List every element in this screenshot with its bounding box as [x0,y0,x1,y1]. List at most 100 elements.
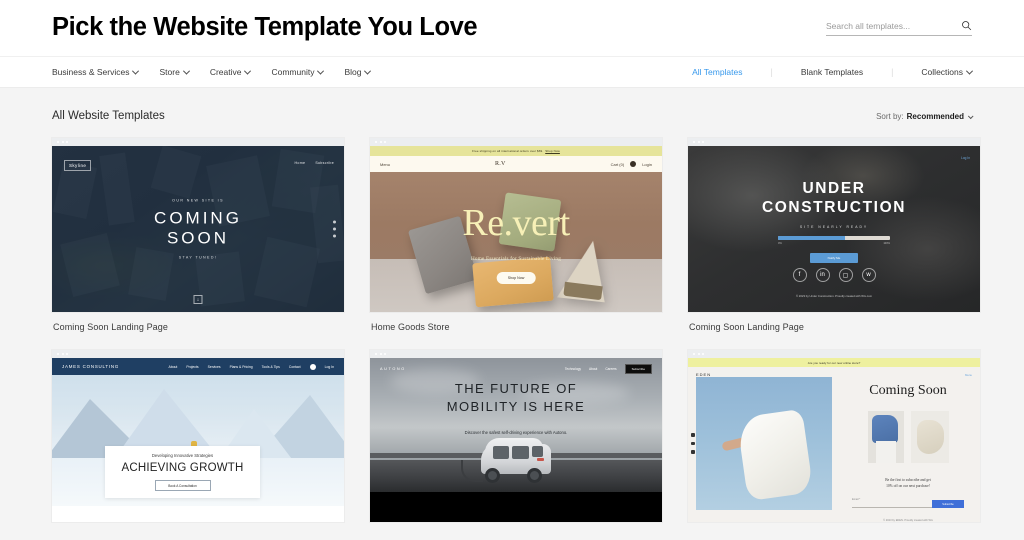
nav-item-all-templates[interactable]: All Templates [692,67,742,77]
preview-footer-text: © 2023 by EDEN. Proudly created with Wix [883,519,933,522]
avatar-icon [630,161,637,167]
template-preview-frame[interactable]: JAMES CONSULTING About Projects Services… [52,350,344,522]
nav-label: Blank Templates [800,67,864,77]
preview-hero: UNDER CONSTRUCTION SITE NEARLY READY 0% … [688,180,980,264]
preview-brand: R.V [494,161,506,167]
preview-product-images [836,411,980,463]
search-box[interactable] [826,20,972,36]
nav-item-creative[interactable]: Creative [209,67,252,77]
sort-control[interactable]: Sort by: Recommended [876,112,974,121]
chevron-down-icon [965,67,974,75]
sort-label: Sort by: [876,112,904,121]
nav-item-community[interactable]: Community [271,67,325,77]
preview-nav-about: About [588,367,598,371]
chrome-dot-icon [702,141,704,143]
nav-item-business-services[interactable]: Business & Services [52,67,140,77]
preview-nav: Home Subscribe [295,161,334,165]
preview-login-label: Login [642,161,652,167]
preview-nav-plans-pricing: Plans & Pricing [229,364,253,369]
chrome-dot-icon [379,141,382,143]
facebook-icon [333,220,336,224]
template-preview-frame[interactable]: AUTONO Technology About Careers Subscrib… [370,350,662,522]
preview-tagline: Home Essentials for Sustainable Living [470,256,561,262]
pinterest-icon [691,450,695,454]
preview-canvas: Skyline Home Subscribe OUR NEW SITE IS C… [52,146,344,312]
template-card-autono-mobility[interactable]: AUTONO Technology About Careers Subscrib… [370,350,662,532]
preview-nav-menu: Menu [380,161,391,167]
nav-item-collections[interactable]: Collections [921,67,974,77]
template-card-label [370,522,662,532]
chrome-dot-icon [57,353,59,355]
progress-bar-track [778,236,890,241]
preview-title-line1: COMING [154,208,242,228]
template-preview-frame[interactable]: Log In UNDER CONSTRUCTION SITE NEARLY RE… [688,138,980,312]
nav-item-store[interactable]: Store [159,67,190,77]
template-card-home-goods-store[interactable]: Free shipping on all international order… [370,138,662,332]
nav-label: Creative [209,67,242,77]
instagram-icon [691,441,695,445]
hero-background: AUTONO Technology About Careers Subscrib… [370,358,662,522]
chevron-down-icon [967,112,974,119]
search-icon[interactable] [961,20,972,31]
chevron-down-icon [317,67,325,75]
nav-label: Community [271,67,315,77]
facebook-icon [691,433,695,437]
preview-title: ACHIEVING GROWTH [121,462,244,474]
preview-title-line2: CONSTRUCTION [761,198,907,216]
white-fabric [736,408,814,502]
preview-subtitle: STAY TUNED! [178,255,218,260]
chrome-dot-icon [66,353,68,355]
preview-title: Re.vert [462,202,570,244]
chrome-dot-icon [57,141,59,143]
chrome-dot-icon [384,353,386,355]
nav-left-group: Business & Services Store Creative Commu… [52,67,372,77]
chrome-dot-icon [697,353,700,355]
car-wheel-rear [527,468,542,483]
browser-chrome-bar [52,138,344,146]
preview-nav: AUTONO Technology About Careers Subscrib… [370,364,662,374]
browser-chrome-bar [370,350,662,358]
preview-title-line2: SOON [166,228,230,248]
chrome-dot-icon [384,141,386,143]
main-content: All Website Templates Sort by: Recommend… [0,88,1024,540]
pants-shape [875,441,896,463]
car-wheel-front [485,468,500,483]
template-card-label: Coming Soon Landing Page [689,322,804,332]
nav-label: Store [159,67,180,77]
twitter-icon: w [861,268,876,282]
nav-item-blank-templates[interactable]: Blank Templates [801,67,863,77]
nav-separator: | [770,67,773,77]
preview-subscribe-button: Subscribe [624,364,652,374]
template-card-under-construction[interactable]: Log In UNDER CONSTRUCTION SITE NEARLY RE… [688,138,980,332]
preview-canvas: JAMES CONSULTING About Projects Services… [52,358,344,522]
preview-social-rail [333,220,336,238]
self-driving-car-illustration [461,434,555,486]
chrome-dot-icon [375,141,377,143]
product-image-sweater [867,411,904,463]
nav-item-blog[interactable]: Blog [344,67,372,77]
preview-canvas: Free shipping on all international order… [370,146,662,312]
template-card-james-consulting[interactable]: JAMES CONSULTING About Projects Services… [52,350,344,532]
search-input[interactable] [826,20,961,31]
preview-social-rail [691,433,695,454]
template-card-eden-coming-soon[interactable]: Are you ready for our new online store? … [688,350,980,532]
preview-nav-links: About Projects Services Plans & Pricing … [168,363,334,370]
facebook-icon: f [792,268,807,282]
car-window [532,446,543,457]
chrome-dot-icon [375,353,377,355]
preview-kicker: OUR NEW SITE IS [172,198,224,203]
template-card-label [52,522,344,532]
template-preview-frame[interactable]: Are you ready for our new online store? … [688,350,980,522]
preview-title-line1: UNDER [802,180,866,197]
preview-nav-right: Cart (0) Login [611,161,652,167]
preview-email-field: Email * [852,498,932,509]
template-card-coming-soon-city[interactable]: Skyline Home Subscribe OUR NEW SITE IS C… [52,138,344,332]
black-footer-band [370,492,662,522]
preview-canvas: Are you ready for our new online store? … [688,358,980,522]
avatar-icon [309,363,316,370]
instagram-icon [333,227,336,231]
template-preview-frame[interactable]: Skyline Home Subscribe OUR NEW SITE IS C… [52,138,344,312]
progress-start-label: 0% [778,242,782,246]
preview-hero: OUR NEW SITE IS COMING SOON STAY TUNED! [52,198,344,259]
template-preview-frame[interactable]: Free shipping on all international order… [370,138,662,312]
